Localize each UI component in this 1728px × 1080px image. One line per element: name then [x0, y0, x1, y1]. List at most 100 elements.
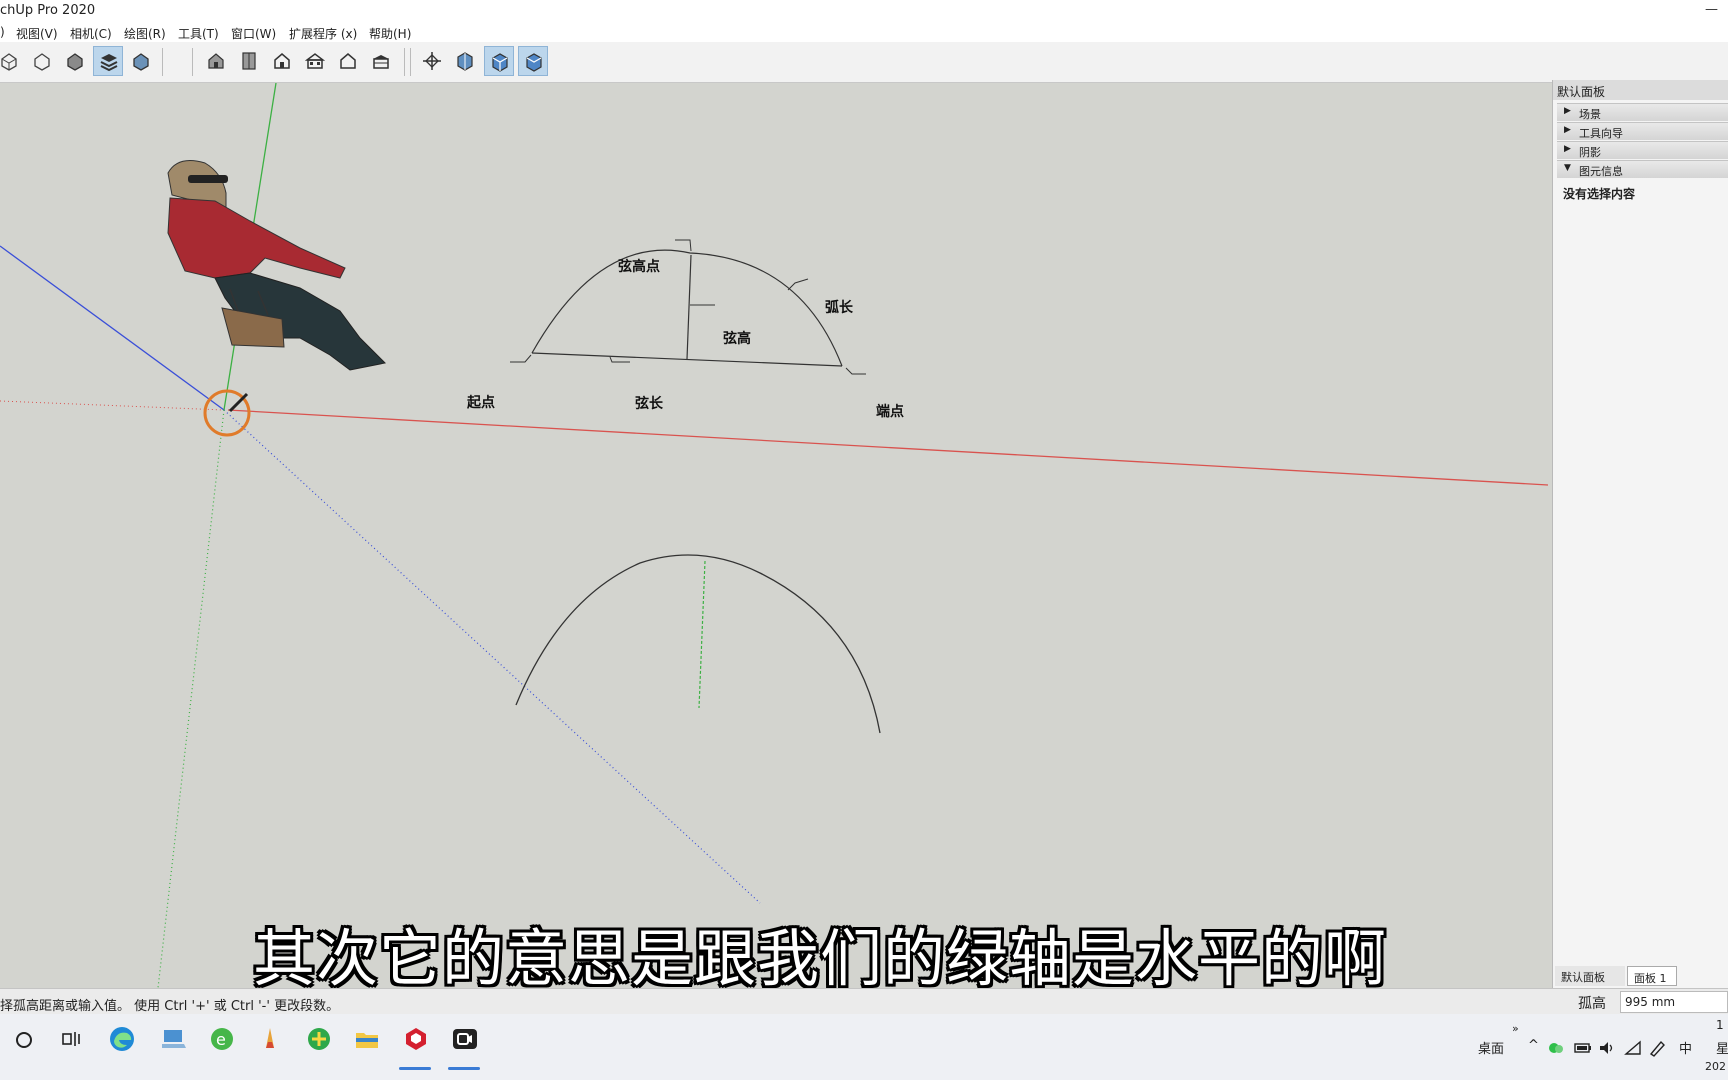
tray-section-entity-info[interactable]: ▼ 图元信息 — [1557, 160, 1728, 178]
battery-icon[interactable] — [1574, 1042, 1592, 1054]
pen-tray-icon[interactable] — [1648, 1039, 1666, 1057]
minimize-button[interactable]: — — [1705, 2, 1718, 17]
expand-arrow-icon: ▶ — [1564, 106, 1571, 116]
label-arc-length: 弧长 — [825, 300, 853, 316]
status-message: 择孤高距离或输入值。 使用 Ctrl '+' 或 Ctrl '-' 更改段数。 — [0, 999, 340, 1014]
menu-item-partial[interactable]: ) — [0, 25, 5, 39]
menu-item-help[interactable]: 帮助(H) — [369, 25, 411, 42]
status-bar: 择孤高距离或输入值。 使用 Ctrl '+' 或 Ctrl '-' 更改段数。 … — [0, 988, 1728, 1015]
section-display-button[interactable] — [484, 46, 514, 76]
taskbar-recorder[interactable] — [442, 1014, 486, 1074]
menu-item-tools[interactable]: 工具(T) — [178, 25, 219, 42]
folder-icon — [356, 1033, 378, 1048]
toolbar — [0, 42, 1728, 83]
task-view-icon — [62, 1032, 80, 1046]
back-house-icon — [340, 53, 356, 69]
tab-tray-1[interactable]: 面板 1 — [1627, 966, 1677, 986]
wireframe-style-button[interactable] — [27, 46, 57, 76]
browser-e-icon: e — [211, 1028, 233, 1050]
desktop-toolbar[interactable]: 桌面 — [1478, 1038, 1504, 1057]
sketchup-icon — [406, 1028, 426, 1050]
taskbar-edge[interactable] — [99, 1014, 143, 1074]
front-house-icon — [274, 53, 290, 69]
wechat-tray-icon[interactable] — [1548, 1040, 1564, 1056]
iso-view-button[interactable] — [201, 46, 231, 76]
taskbar-file-explorer[interactable] — [344, 1014, 388, 1074]
textured-style-button[interactable] — [93, 46, 123, 76]
show-hidden-icons[interactable]: ^ — [1528, 1038, 1539, 1053]
xray-style-button[interactable] — [0, 46, 24, 76]
right-house-icon — [305, 53, 325, 69]
task-view-button[interactable] — [50, 1014, 94, 1074]
clock-time[interactable]: 1 — [1716, 1018, 1724, 1032]
clock-weekday[interactable]: 星 — [1716, 1038, 1728, 1057]
video-subtitle: 其次它的意思是跟我们的绿轴是水平的啊 — [0, 908, 1728, 998]
expand-arrow-icon: ▶ — [1564, 125, 1571, 135]
layers-icon — [100, 54, 118, 72]
left-house-icon — [373, 55, 389, 69]
input-method-indicator[interactable]: 中 — [1679, 1038, 1692, 1057]
measurements-input[interactable]: 995 mm — [1620, 991, 1728, 1013]
shaded-icon — [67, 53, 83, 71]
clock-date[interactable]: 202 — [1705, 1060, 1726, 1073]
section-fill-icon — [526, 53, 542, 72]
viewport-canvas — [0, 83, 1548, 988]
monochrome-style-button[interactable] — [126, 46, 156, 76]
leader-start-point — [510, 354, 532, 363]
tab-default-tray[interactable]: 默认面板 — [1555, 966, 1625, 986]
tray-section-instructor[interactable]: ▶ 工具向导 — [1557, 122, 1728, 140]
computer-icon — [162, 1030, 186, 1048]
taskbar-pencil-app[interactable] — [247, 1014, 291, 1074]
leader-end-point — [845, 367, 866, 375]
menu-item-view[interactable]: 视图(V) — [16, 25, 58, 42]
subtitle-text: 其次它的意思是跟我们的绿轴是水平的啊 — [252, 922, 1387, 995]
taskbar-ie[interactable]: e — [199, 1014, 243, 1074]
tray-overflow[interactable]: » — [1512, 1022, 1519, 1035]
pencil-icon — [266, 1028, 274, 1048]
menu-bar: ) 视图(V) 相机(C) 绘图(R) 工具(T) 窗口(W) 扩展程序 (x)… — [0, 22, 1728, 42]
top-view-button[interactable] — [234, 46, 264, 76]
section-plane-button[interactable] — [450, 46, 480, 76]
cortana-button[interactable] — [2, 1014, 46, 1074]
right-view-button[interactable] — [300, 46, 330, 76]
position-camera-button[interactable] — [417, 46, 447, 76]
video-camera-icon — [453, 1029, 477, 1049]
wireframe-icon — [34, 53, 50, 71]
tray-header: 默认面板 — [1553, 80, 1728, 100]
diagram-chord-height — [686, 254, 692, 360]
window-title: chUp Pro 2020 — [0, 3, 96, 18]
expand-arrow-icon: ▶ — [1564, 144, 1571, 154]
label-start-point: 起点 — [467, 395, 495, 411]
left-view-button[interactable] — [366, 46, 396, 76]
iso-house-icon — [208, 53, 224, 69]
tray-section-shadows[interactable]: ▶ 阴影 — [1557, 141, 1728, 159]
crosshair-icon — [423, 52, 441, 70]
model-viewport[interactable]: 弦高点 弧长 弦高 起点 弦长 端点 — [0, 83, 1548, 988]
menu-item-draw[interactable]: 绘图(R) — [124, 25, 166, 42]
taskbar-computer[interactable] — [151, 1014, 195, 1074]
scale-figure — [167, 160, 387, 371]
menu-item-camera[interactable]: 相机(C) — [70, 25, 112, 42]
entity-info-empty: 没有选择内容 — [1563, 187, 1636, 201]
wifi-icon[interactable] — [1624, 1040, 1642, 1056]
menu-item-window[interactable]: 窗口(W) — [231, 25, 276, 42]
leader-arc-length — [787, 278, 809, 291]
arc-inference-line — [698, 560, 706, 709]
toolbar-divider — [404, 48, 405, 76]
shaded-style-button[interactable] — [60, 46, 90, 76]
svg-text:e: e — [216, 1030, 226, 1049]
taskbar: e » 桌面 ^ 中 1 星 202 — [0, 1014, 1728, 1080]
section-fill-button[interactable] — [518, 46, 548, 76]
label-chord-length: 弦长 — [635, 396, 663, 412]
back-view-button[interactable] — [333, 46, 363, 76]
tray-section-scenes[interactable]: ▶ 场景 — [1557, 103, 1728, 121]
front-view-button[interactable] — [267, 46, 297, 76]
toolbar-divider — [162, 48, 163, 76]
menu-item-extensions[interactable]: 扩展程序 (x) — [289, 25, 357, 42]
taskbar-green-app[interactable] — [296, 1014, 340, 1074]
taskbar-sketchup[interactable] — [393, 1014, 437, 1074]
leader-chord-high-point — [675, 239, 692, 252]
section-label: 图元信息 — [1579, 165, 1623, 178]
title-bar: chUp Pro 2020 — — [0, 0, 1728, 22]
volume-icon[interactable] — [1598, 1040, 1616, 1056]
